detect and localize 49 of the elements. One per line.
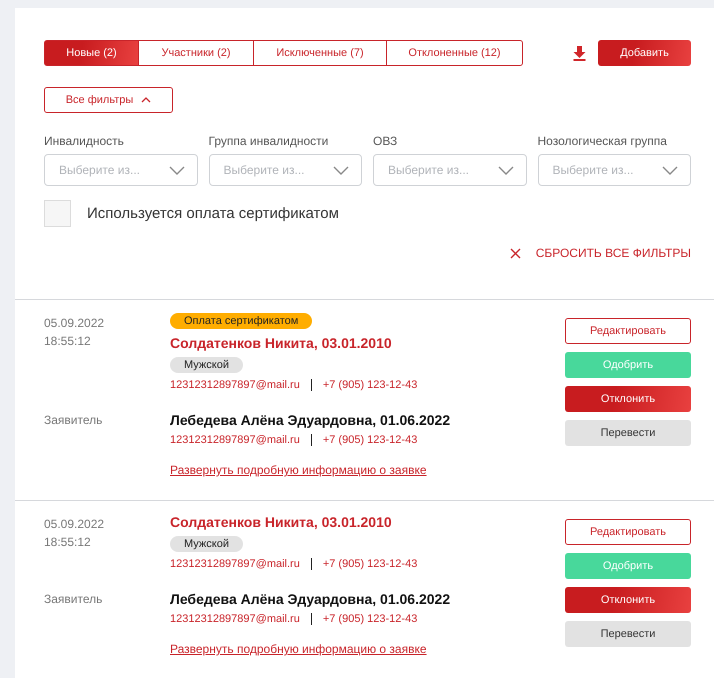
filter-label: Нозологическая группа <box>538 134 668 148</box>
date-text: 05.09.2022 <box>44 517 106 531</box>
filter-label: Группа инвалидности <box>208 134 330 148</box>
edit-button[interactable]: Редактировать <box>565 519 691 545</box>
tab[interactable]: Участники (2) <box>138 40 254 66</box>
date-text: 05.09.2022 <box>44 316 106 330</box>
chevron-down-icon <box>333 166 349 174</box>
filter-label: Инвалидность <box>44 134 125 148</box>
email-link[interactable]: 12312312897897@mail.ru <box>170 434 300 446</box>
reset-filters-button[interactable]: СБРОСИТЬ ВСЕ ФИЛЬТРЫ <box>510 246 691 260</box>
tab[interactable]: Отклоненные (12) <box>386 40 523 66</box>
chevron-down-icon <box>168 166 184 174</box>
email-link[interactable]: 12312312897897@mail.ru <box>170 379 300 391</box>
phone-link[interactable]: +7 (905) 123-12-43 <box>322 558 418 570</box>
payment-badge: Оплата сертификатом <box>170 313 312 329</box>
tab[interactable]: Исключенные (7) <box>253 40 387 66</box>
participant-name: Солдатенков Никита, 03.01.2010 <box>170 335 392 351</box>
details-link[interactable]: Развернуть подробную информацию о заявке <box>170 642 427 656</box>
download-icon[interactable] <box>573 46 586 60</box>
checkbox[interactable] <box>44 200 71 227</box>
time-text: 18:55:12 <box>44 535 92 549</box>
applicant-name: Лебедева Алёна Эдуардовна, 01.06.2022 <box>170 412 450 428</box>
all-filters-button[interactable]: Все фильтры <box>44 87 173 113</box>
applicant-label: Заявитель <box>44 413 104 427</box>
applicant-label: Заявитель <box>44 592 104 606</box>
email-link[interactable]: 12312312897897@mail.ru <box>170 558 300 570</box>
transfer-button[interactable]: Перевести <box>565 420 691 446</box>
checkbox-label: Используется оплата сертификатом <box>87 205 339 222</box>
close-icon <box>510 248 521 258</box>
phone-link[interactable]: +7 (905) 123-12-43 <box>322 379 418 391</box>
details-link[interactable]: Развернуть подробную информацию о заявке <box>170 463 427 477</box>
chevron-down-icon <box>498 166 514 174</box>
reject-button[interactable]: Отклонить <box>565 587 691 613</box>
edit-button[interactable]: Редактировать <box>565 318 691 344</box>
transfer-button[interactable]: Перевести <box>565 621 691 647</box>
phone-link[interactable]: +7 (905) 123-12-43 <box>322 434 418 446</box>
tab[interactable]: Новые (2) <box>44 40 139 66</box>
phone-link[interactable]: +7 (905) 123-12-43 <box>322 613 418 625</box>
chevron-up-icon <box>141 97 152 103</box>
chevron-down-icon <box>662 166 678 174</box>
participant-name: Солдатенков Никита, 03.01.2010 <box>170 514 392 530</box>
gender-tag: Мужской <box>170 357 243 373</box>
filter-label: ОВЗ <box>373 134 398 148</box>
add-button[interactable]: Добавить <box>598 40 691 66</box>
applicant-name: Лебедева Алёна Эдуардовна, 01.06.2022 <box>170 591 450 607</box>
time-text: 18:55:12 <box>44 334 92 348</box>
gender-tag: Мужской <box>170 536 243 552</box>
reject-button[interactable]: Отклонить <box>565 386 691 412</box>
email-link[interactable]: 12312312897897@mail.ru <box>170 613 300 625</box>
